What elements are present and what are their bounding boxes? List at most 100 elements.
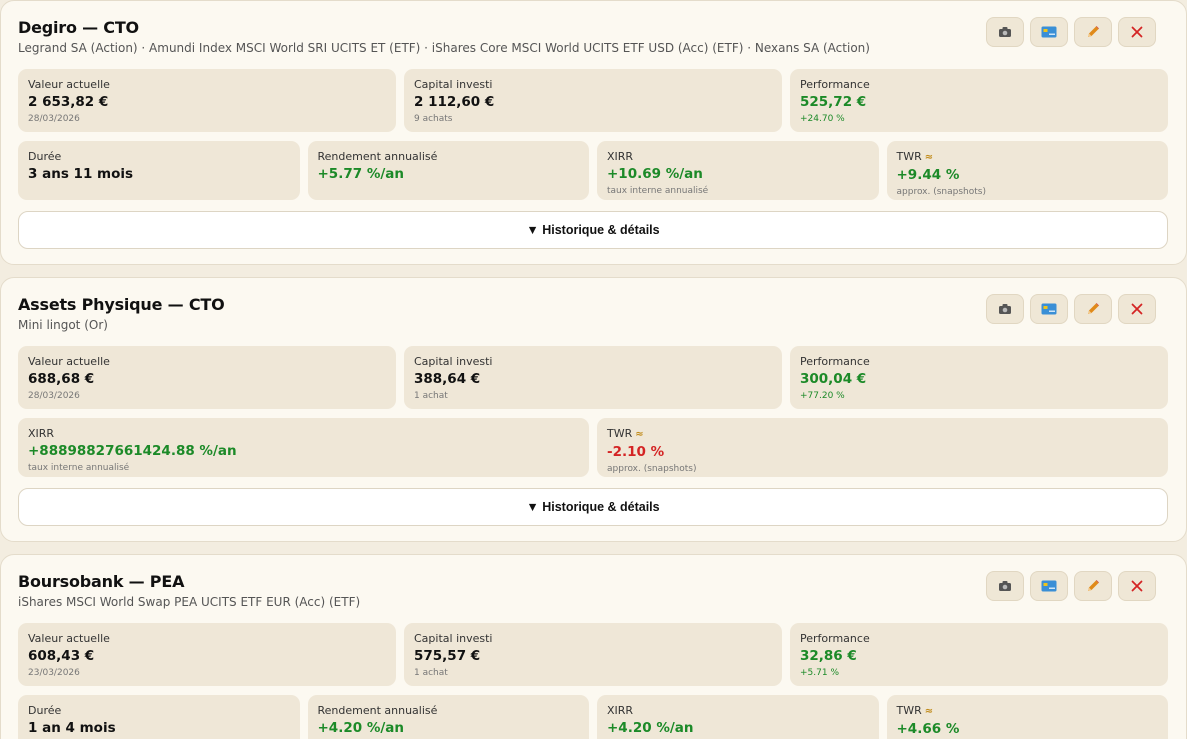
tile-label: Valeur actuelle <box>28 78 110 91</box>
tile-label: Rendement annualisé <box>317 150 438 163</box>
edit-button[interactable] <box>1074 17 1112 47</box>
camera-icon <box>999 27 1011 37</box>
twr-note: approx. (snapshots) <box>896 187 986 197</box>
account-actions <box>986 17 1156 47</box>
value-date: 23/03/2026 <box>28 668 80 678</box>
invested-tile: Capital investi 2 112,60 € 9 achats <box>404 69 782 132</box>
account-holdings: iShares MSCI World Swap PEA UCITS ETF EU… <box>18 595 361 609</box>
twr-label: TWR <box>607 427 633 440</box>
invested-value: 575,57 € <box>414 648 481 664</box>
close-icon <box>1131 303 1143 315</box>
xirr-tile: XIRR +4.20 %/an taux interne annualisé <box>597 695 879 739</box>
xirr-value: +88898827661424.88 %/an <box>28 443 237 459</box>
metrics-row: Durée 3 ans 11 mois Rendement annualisé … <box>18 141 1168 200</box>
duration-tile: Durée 1 an 4 mois <box>18 695 300 739</box>
card-icon <box>1041 26 1057 38</box>
tile-label: TWR ≈ <box>897 704 1159 719</box>
account-card: Assets Physique — CTO Mini lingot (Or) V… <box>0 277 1187 542</box>
tile-label: Performance <box>800 355 870 368</box>
current-value-tile: Valeur actuelle 688,68 € 28/03/2026 <box>18 346 396 409</box>
tile-label: Durée <box>28 150 62 163</box>
tile-label: XIRR <box>28 427 55 440</box>
performance-tile: Performance 300,04 € +77.20 % <box>790 346 1168 409</box>
performance-value: 525,72 € <box>800 94 867 110</box>
close-icon <box>1131 26 1143 38</box>
account-card: Degiro — CTO Legrand SA (Action) · Amund… <box>0 0 1187 265</box>
edit-button[interactable] <box>1074 571 1112 601</box>
tile-label: Valeur actuelle <box>28 632 110 645</box>
value-date: 28/03/2026 <box>28 114 80 124</box>
invested-tile: Capital investi 575,57 € 1 achat <box>404 623 782 686</box>
tile-label: XIRR <box>607 150 634 163</box>
xirr-value: +10.69 %/an <box>607 166 703 182</box>
annualized-value: +5.77 %/an <box>317 166 405 182</box>
current-value: 2 653,82 € <box>28 94 109 110</box>
account-actions <box>986 294 1156 324</box>
history-details-button[interactable]: ▼ Historique & détails <box>18 488 1168 526</box>
tile-label: XIRR <box>607 704 634 717</box>
account-title: Boursobank — PEA <box>18 572 185 591</box>
twr-tile: TWR ≈ -2.10 % approx. (snapshots) <box>597 418 1168 477</box>
edit-button[interactable] <box>1074 294 1112 324</box>
current-value-tile: Valeur actuelle 2 653,82 € 28/03/2026 <box>18 69 396 132</box>
current-value: 608,43 € <box>28 648 95 664</box>
delete-button[interactable] <box>1118 17 1156 47</box>
account-title: Assets Physique — CTO <box>18 295 225 314</box>
purchase-count: 9 achats <box>414 114 453 124</box>
annualized-value: +4.20 %/an <box>317 720 405 736</box>
tile-label: Performance <box>800 632 870 645</box>
approx-icon: ≈ <box>924 152 934 163</box>
purchase-count: 1 achat <box>414 391 448 401</box>
account-title: Degiro — CTO <box>18 18 139 37</box>
metrics-row: XIRR +88898827661424.88 %/an taux intern… <box>18 418 1168 477</box>
value-date: 28/03/2026 <box>28 391 80 401</box>
twr-value: +4.66 % <box>896 721 960 737</box>
card-button[interactable] <box>1030 17 1068 47</box>
account-holdings: Legrand SA (Action) · Amundi Index MSCI … <box>18 41 870 55</box>
performance-percent: +77.20 % <box>800 391 845 401</box>
twr-note: approx. (snapshots) <box>607 464 697 474</box>
duration-value: 3 ans 11 mois <box>28 166 134 182</box>
card-icon <box>1041 580 1057 592</box>
purchase-count: 1 achat <box>414 668 448 678</box>
card-button[interactable] <box>1030 294 1068 324</box>
metrics-row: Durée 1 an 4 mois Rendement annualisé +4… <box>18 695 1168 739</box>
snapshot-button[interactable] <box>986 294 1024 324</box>
twr-tile: TWR ≈ +9.44 % approx. (snapshots) <box>886 141 1168 200</box>
tile-label: Capital investi <box>414 632 493 645</box>
tile-label: Capital investi <box>414 355 493 368</box>
current-value-tile: Valeur actuelle 608,43 € 23/03/2026 <box>18 623 396 686</box>
tile-label: Rendement annualisé <box>317 704 438 717</box>
current-value: 688,68 € <box>28 371 95 387</box>
performance-tile: Performance 32,86 € +5.71 % <box>790 623 1168 686</box>
snapshot-button[interactable] <box>986 17 1024 47</box>
card-button[interactable] <box>1030 571 1068 601</box>
duration-tile: Durée 3 ans 11 mois <box>18 141 300 200</box>
close-icon <box>1131 580 1143 592</box>
pencil-icon <box>1088 303 1099 314</box>
tile-label: Capital investi <box>414 78 493 91</box>
tile-label: Performance <box>800 78 870 91</box>
summary-row: Valeur actuelle 2 653,82 € 28/03/2026 Ca… <box>18 69 1168 132</box>
xirr-tile: XIRR +10.69 %/an taux interne annualisé <box>597 141 879 200</box>
twr-label: TWR <box>896 704 922 717</box>
performance-percent: +24.70 % <box>800 114 845 124</box>
performance-value: 32,86 € <box>800 648 857 664</box>
annualized-tile: Rendement annualisé +4.20 %/an <box>307 695 589 739</box>
approx-icon: ≈ <box>924 706 934 717</box>
invested-value: 388,64 € <box>414 371 481 387</box>
xirr-note: taux interne annualisé <box>28 463 130 473</box>
twr-tile: TWR≈ +4.66 % approx. (snapshots) <box>886 695 1168 739</box>
snapshot-button[interactable] <box>986 571 1024 601</box>
xirr-note: taux interne annualisé <box>607 186 709 196</box>
xirr-value: +4.20 %/an <box>607 720 694 736</box>
performance-tile: Performance 525,72 € +24.70 % <box>790 69 1168 132</box>
tile-label: Durée <box>28 704 62 717</box>
duration-value: 1 an 4 mois <box>28 720 116 736</box>
tile-label: Valeur actuelle <box>28 355 110 368</box>
history-details-button[interactable]: ▼ Historique & détails <box>18 211 1168 249</box>
delete-button[interactable] <box>1118 571 1156 601</box>
twr-label: TWR <box>896 150 922 163</box>
performance-percent: +5.71 % <box>800 668 839 678</box>
delete-button[interactable] <box>1118 294 1156 324</box>
